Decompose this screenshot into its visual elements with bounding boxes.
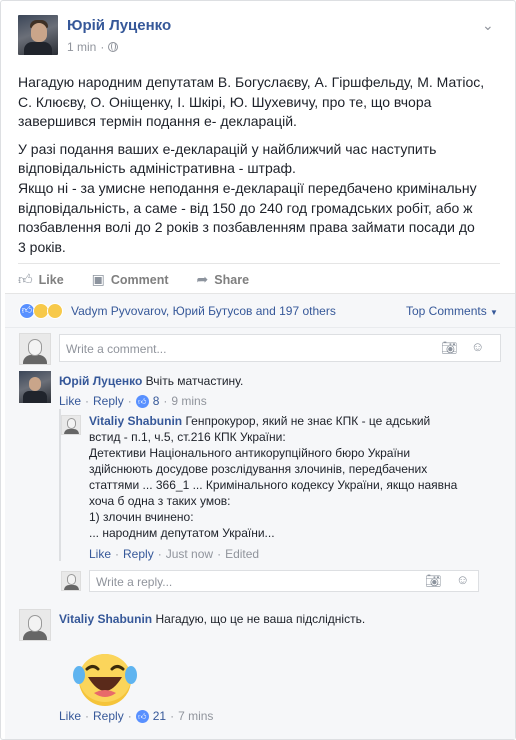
- thumbs-up-icon: 👍︎: [18, 271, 33, 287]
- comment: Юрій Луценко Вчіть матчастину. Like · Re…: [59, 374, 244, 408]
- comment-author[interactable]: Юрій Луценко: [59, 374, 142, 388]
- comment-like-count[interactable]: 21: [153, 709, 166, 723]
- reactions-summary: 👍︎ Vadym Pyvovarov, Юрий Бутусов and 197…: [5, 293, 515, 327]
- comment-reply-link[interactable]: Reply: [93, 709, 124, 723]
- reply-time[interactable]: Just now: [166, 547, 213, 561]
- post-time[interactable]: 1 min: [67, 40, 96, 54]
- emoji-icon[interactable]: ☺: [471, 339, 484, 354]
- like-count-icon: 👍︎: [135, 394, 149, 408]
- comment-like-count[interactable]: 8: [153, 394, 160, 408]
- author-avatar[interactable]: [18, 15, 58, 55]
- post-card: Юрій Луценко 1 min · ⌄ Нагадую народним …: [0, 0, 516, 740]
- commenter-avatar[interactable]: [19, 371, 51, 403]
- emoji-icon[interactable]: ☺: [456, 572, 469, 587]
- post-text: Нагадую народним депутатам В. Богуслаєву…: [18, 73, 502, 265]
- speech-bubble-icon: ▣: [91, 271, 105, 287]
- comment-like-link[interactable]: Like: [59, 709, 81, 723]
- reaction-names[interactable]: Vadym Pyvovarov, Юрий Бутусов and 197 ot…: [71, 304, 336, 318]
- haha-sticker: [73, 654, 137, 706]
- post-header: Юрій Луценко 1 min · ⌄: [18, 15, 498, 61]
- reply-author[interactable]: Vitaliy Shabunin: [89, 414, 182, 428]
- like-count-icon: 👍︎: [135, 709, 149, 723]
- comment-actions: Like · Reply · 👍︎ 21 · 7 mins: [59, 709, 214, 723]
- comment-input[interactable]: Write a comment...: [59, 334, 501, 362]
- reply-input[interactable]: Write a reply...: [89, 570, 479, 592]
- post-paragraph-1: Нагадую народним депутатам В. Богуслаєву…: [18, 74, 485, 130]
- share-arrow-icon: ➦: [196, 271, 209, 287]
- top-comments-dropdown[interactable]: Top Comments ▼: [406, 304, 498, 318]
- caret-down-icon: ▼: [490, 308, 498, 317]
- reaction-icons[interactable]: 👍︎: [19, 303, 63, 319]
- comment-text: Нагадую, що це не ваша підслідність.: [155, 612, 366, 626]
- post-meta: 1 min ·: [67, 40, 119, 54]
- like-button[interactable]: 👍︎ Like: [18, 271, 64, 288]
- wow-reaction-icon: [47, 303, 63, 319]
- post-paragraph-2: У разі подання ваших е-декларацій у найб…: [18, 140, 477, 255]
- reply-reply-link[interactable]: Reply: [123, 547, 154, 561]
- comment-time[interactable]: 9 mins: [171, 394, 206, 408]
- reply-avatar[interactable]: [61, 415, 81, 435]
- reply-like-link[interactable]: Like: [89, 547, 111, 561]
- commenter-avatar[interactable]: [19, 609, 51, 641]
- camera-icon[interactable]: 📷︎: [425, 573, 442, 589]
- comment-text: Вчіть матчастину.: [145, 374, 244, 388]
- comment: Vitaliy Shabunin Нагадую, що це не ваша …: [59, 611, 499, 627]
- comment-reply-link[interactable]: Reply: [93, 394, 124, 408]
- comment-author[interactable]: Vitaliy Shabunin: [59, 612, 152, 626]
- comment-like-link[interactable]: Like: [59, 394, 81, 408]
- post-action-bar: 👍︎ Like ▣ Comment ➦ Share: [18, 263, 500, 291]
- comment-composer: Write a comment... 📷︎ ☺: [5, 327, 515, 367]
- viewer-reply-avatar: [61, 571, 81, 591]
- author-name[interactable]: Юрій Луценко: [67, 17, 171, 34]
- share-button[interactable]: ➦ Share: [197, 271, 249, 288]
- viewer-avatar: [19, 333, 51, 365]
- comment-time[interactable]: 7 mins: [178, 709, 213, 723]
- comment-button[interactable]: ▣ Comment: [92, 271, 169, 288]
- globe-icon: [108, 42, 119, 52]
- reply: Vitaliy Shabunin Генпрокурор, який не зн…: [89, 414, 458, 561]
- camera-icon[interactable]: 📷︎: [441, 340, 458, 356]
- comments-list: Юрій Луценко Вчіть матчастину. Like · Re…: [5, 367, 515, 739]
- edited-label[interactable]: Edited: [225, 547, 259, 561]
- chevron-down-icon[interactable]: ⌄: [482, 17, 494, 34]
